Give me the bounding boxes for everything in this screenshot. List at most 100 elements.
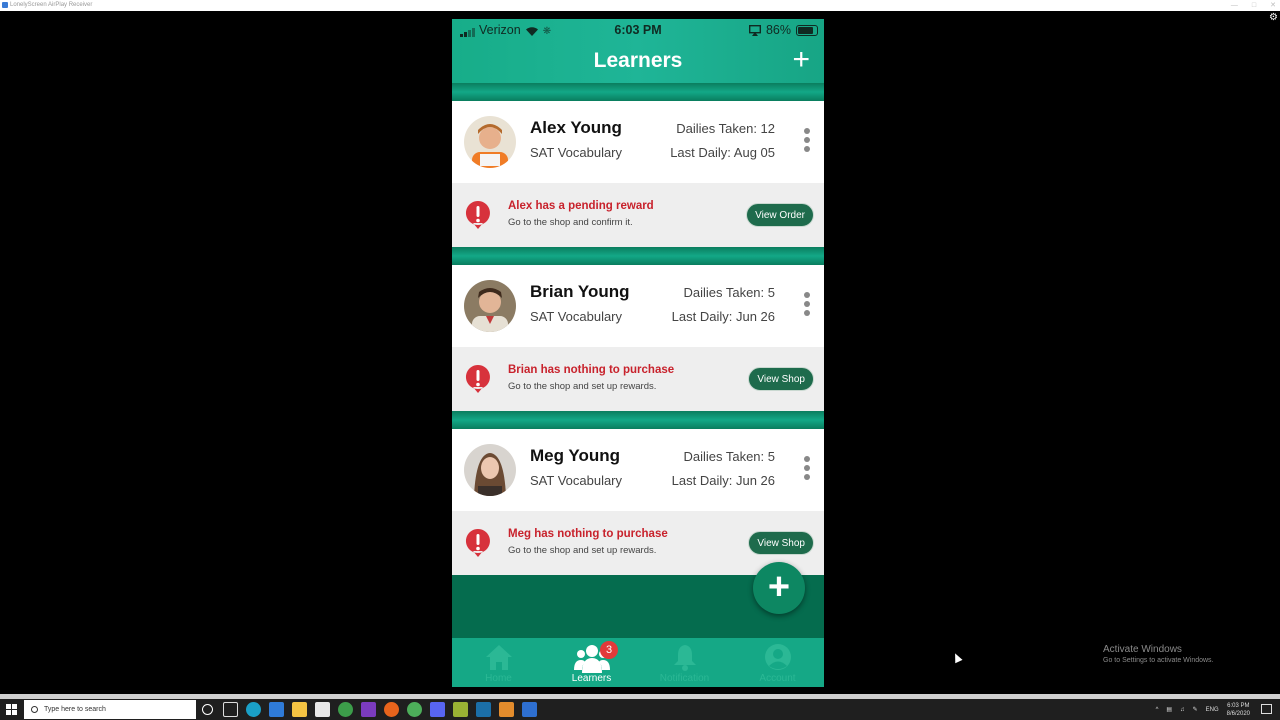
steam-icon[interactable] bbox=[476, 702, 491, 717]
app-icon[interactable] bbox=[453, 702, 468, 717]
learner-card[interactable]: Alex Young SAT Vocabulary Dailies Taken:… bbox=[452, 101, 824, 183]
more-vertical-icon[interactable] bbox=[804, 456, 810, 480]
learner-subject: SAT Vocabulary bbox=[530, 473, 623, 488]
page-title: Learners bbox=[593, 49, 683, 72]
mail-icon[interactable] bbox=[269, 702, 284, 717]
clock-date: 8/6/2020 bbox=[1226, 710, 1250, 717]
last-daily: Last Daily: Jun 26 bbox=[671, 309, 775, 324]
windows-start-icon[interactable] bbox=[6, 704, 17, 715]
view-shop-button[interactable]: View Shop bbox=[748, 531, 814, 555]
app-header: Verizon ❋ 6:03 PM 86% Learners + bbox=[452, 19, 824, 83]
file-explorer-icon[interactable] bbox=[292, 702, 307, 717]
volume-icon[interactable]: ♫ bbox=[1180, 707, 1185, 713]
learner-card[interactable]: Meg Young SAT Vocabulary Dailies Taken: … bbox=[452, 429, 824, 511]
dailies-taken: Dailies Taken: 5 bbox=[683, 449, 775, 464]
window-titlebar: LonelyScreen AirPlay Receiver — □ ✕ bbox=[0, 0, 1280, 11]
tab-label: Notification bbox=[659, 673, 710, 684]
learner-subject: SAT Vocabulary bbox=[530, 309, 623, 324]
edge-icon[interactable] bbox=[246, 702, 261, 717]
notice-subtitle: Go to the shop and set up rewards. bbox=[508, 545, 657, 556]
taskbar-apps bbox=[200, 702, 537, 717]
bottom-tab-bar: Home 3 Learners Notification Account bbox=[452, 638, 824, 687]
battery-percent: 86% bbox=[765, 23, 791, 37]
notice-title: Brian has nothing to purchase bbox=[508, 364, 675, 376]
notice-subtitle: Go to the shop and confirm it. bbox=[508, 217, 633, 228]
dailies-taken: Dailies Taken: 12 bbox=[676, 121, 775, 136]
task-view-icon[interactable] bbox=[223, 702, 238, 717]
action-center-icon[interactable] bbox=[1261, 704, 1272, 714]
add-learner-button[interactable]: + bbox=[792, 45, 810, 75]
taskbar-search[interactable]: Type here to search bbox=[24, 700, 196, 719]
section-divider bbox=[452, 411, 824, 429]
cortana-icon[interactable] bbox=[202, 704, 213, 715]
learner-subject: SAT Vocabulary bbox=[530, 145, 623, 160]
close-icon[interactable]: ✕ bbox=[1270, 0, 1276, 11]
battery-icon bbox=[796, 24, 818, 36]
status-bar: Verizon ❋ 6:03 PM 86% bbox=[452, 19, 824, 41]
gear-icon[interactable]: ⚙ bbox=[1269, 12, 1278, 23]
minimize-icon[interactable]: — bbox=[1231, 0, 1238, 11]
tab-account[interactable]: Account bbox=[731, 638, 824, 687]
learner-card[interactable]: Brian Young SAT Vocabulary Dailies Taken… bbox=[452, 265, 824, 347]
tab-home[interactable]: Home bbox=[452, 638, 545, 687]
view-shop-button[interactable]: View Shop bbox=[748, 367, 814, 391]
tab-label: Learners bbox=[571, 673, 612, 684]
alert-icon bbox=[465, 529, 490, 557]
clock[interactable]: 6:03 PM 8/6/2020 bbox=[1227, 702, 1250, 718]
pen-icon[interactable]: ✎ bbox=[1193, 706, 1198, 713]
tab-notification[interactable]: Notification bbox=[638, 638, 731, 687]
last-daily: Last Daily: Jun 26 bbox=[671, 473, 775, 488]
app-icon[interactable] bbox=[499, 702, 514, 717]
app-icon[interactable] bbox=[407, 702, 422, 717]
teams-icon[interactable] bbox=[361, 702, 376, 717]
notification-badge: 3 bbox=[600, 641, 618, 659]
avatar bbox=[464, 116, 516, 168]
bell-icon bbox=[673, 645, 696, 671]
avatar bbox=[464, 444, 516, 496]
more-vertical-icon[interactable] bbox=[804, 292, 810, 316]
phone-screen: Verizon ❋ 6:03 PM 86% Learners + Alex Yo… bbox=[452, 19, 824, 687]
battery-group: 86% bbox=[748, 23, 818, 37]
account-icon bbox=[764, 644, 791, 670]
app-icon bbox=[2, 2, 8, 8]
reward-notice: Brian has nothing to purchase Go to the … bbox=[452, 347, 824, 411]
language-indicator[interactable]: ENG bbox=[1206, 707, 1219, 713]
tab-learners[interactable]: 3 Learners bbox=[545, 638, 638, 687]
watermark-title: Activate Windows bbox=[1103, 644, 1182, 655]
app-icon[interactable] bbox=[384, 702, 399, 717]
network-icon[interactable]: ▤ bbox=[1166, 706, 1172, 713]
alert-icon bbox=[465, 365, 490, 393]
notice-subtitle: Go to the shop and set up rewards. bbox=[508, 381, 657, 392]
section-divider bbox=[452, 247, 824, 265]
activate-windows-watermark: Activate Windows Go to Settings to activ… bbox=[1103, 644, 1214, 664]
section-divider bbox=[452, 83, 824, 101]
reward-notice: Alex has a pending reward Go to the shop… bbox=[452, 183, 824, 247]
watermark-subtitle: Go to Settings to activate Windows. bbox=[1103, 657, 1214, 664]
notice-title: Meg has nothing to purchase bbox=[508, 528, 668, 540]
system-tray: ^ ▤ ♫ ✎ ENG 6:03 PM 8/6/2020 bbox=[1156, 699, 1250, 720]
last-daily: Last Daily: Aug 05 bbox=[670, 145, 775, 160]
search-placeholder: Type here to search bbox=[44, 706, 106, 713]
add-fab-button[interactable]: + bbox=[753, 562, 805, 614]
search-icon bbox=[31, 706, 38, 713]
window-controls: — □ ✕ bbox=[1231, 0, 1276, 11]
window-title: LonelyScreen AirPlay Receiver bbox=[10, 2, 93, 8]
home-icon bbox=[485, 645, 512, 670]
more-vertical-icon[interactable] bbox=[804, 128, 810, 152]
tab-label: Home bbox=[485, 673, 512, 684]
taskbar: Type here to search ^ ▤ ♫ ✎ ENG 6:03 PM … bbox=[0, 699, 1280, 720]
alert-icon bbox=[465, 201, 490, 229]
maximize-icon[interactable]: □ bbox=[1252, 0, 1256, 11]
learner-name: Meg Young bbox=[530, 446, 621, 465]
remote-desktop-icon[interactable] bbox=[522, 702, 537, 717]
learner-name: Alex Young bbox=[530, 118, 622, 137]
chrome-icon[interactable] bbox=[338, 702, 353, 717]
notice-title: Alex has a pending reward bbox=[508, 200, 654, 212]
mouse-cursor-icon bbox=[951, 651, 963, 664]
view-order-button[interactable]: View Order bbox=[746, 203, 814, 227]
chevron-up-icon[interactable]: ^ bbox=[1156, 707, 1159, 713]
dailies-taken: Dailies Taken: 5 bbox=[683, 285, 775, 300]
store-icon[interactable] bbox=[315, 702, 330, 717]
discord-icon[interactable] bbox=[430, 702, 445, 717]
screen-mirror-icon bbox=[748, 24, 761, 36]
